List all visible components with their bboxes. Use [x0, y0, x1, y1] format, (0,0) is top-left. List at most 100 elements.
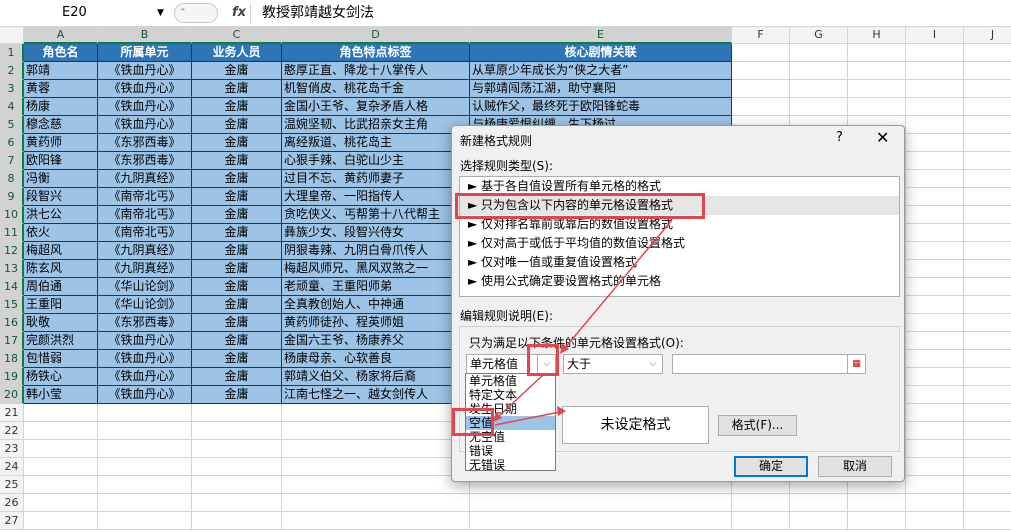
- name-box[interactable]: E20: [0, 3, 170, 23]
- cell-value-combo[interactable]: 单元格值 ⌵: [466, 354, 556, 374]
- cell[interactable]: [732, 80, 790, 98]
- cell[interactable]: [192, 440, 282, 458]
- dropdown-option[interactable]: 空值: [466, 416, 555, 430]
- cell[interactable]: 杨康: [24, 98, 98, 116]
- row-header[interactable]: 21: [0, 404, 24, 422]
- cell[interactable]: 金国小王爷、复杂矛盾人格: [282, 98, 470, 116]
- cell[interactable]: 杨康母亲、心软善良: [282, 350, 470, 368]
- close-icon[interactable]: ✕: [876, 128, 889, 147]
- rule-type-item[interactable]: ► 使用公式确定要设置格式的单元格: [460, 272, 899, 291]
- cell[interactable]: [964, 440, 1011, 458]
- cell[interactable]: [282, 512, 470, 530]
- row-header[interactable]: 25: [0, 476, 24, 494]
- cell[interactable]: 欧阳锋: [24, 152, 98, 170]
- cell[interactable]: [906, 62, 964, 80]
- cell[interactable]: [906, 296, 964, 314]
- cell[interactable]: [906, 224, 964, 242]
- cell[interactable]: [964, 494, 1011, 512]
- value-input[interactable]: ▦: [672, 354, 866, 374]
- cell[interactable]: [24, 404, 98, 422]
- cell[interactable]: 金庸: [192, 152, 282, 170]
- cell[interactable]: 憨厚正直、降龙十八掌传人: [282, 62, 470, 80]
- cell[interactable]: 梅超风师兄、黑风双煞之一: [282, 260, 470, 278]
- row-header[interactable]: 14: [0, 278, 24, 296]
- header-cell[interactable]: [732, 44, 790, 62]
- cell[interactable]: [98, 404, 192, 422]
- cell[interactable]: [848, 62, 906, 80]
- cell[interactable]: [906, 350, 964, 368]
- row-header[interactable]: 19: [0, 368, 24, 386]
- cell[interactable]: 温婉坚韧、比武招亲女主角: [282, 116, 470, 134]
- name-box-dropdown-icon[interactable]: ▼: [157, 3, 164, 23]
- cell[interactable]: [964, 512, 1011, 530]
- cell[interactable]: 金庸: [192, 188, 282, 206]
- header-cell[interactable]: [906, 44, 964, 62]
- cell[interactable]: [790, 62, 848, 80]
- row-header[interactable]: 24: [0, 458, 24, 476]
- cell[interactable]: [964, 62, 1011, 80]
- cell[interactable]: [906, 152, 964, 170]
- cell[interactable]: 金庸: [192, 314, 282, 332]
- cell[interactable]: 完颜洪烈: [24, 332, 98, 350]
- cell[interactable]: [732, 98, 790, 116]
- cell[interactable]: [906, 512, 964, 530]
- cell[interactable]: 金庸: [192, 368, 282, 386]
- row-header[interactable]: 1: [0, 44, 24, 62]
- row-header[interactable]: 6: [0, 134, 24, 152]
- cell[interactable]: 《华山论剑》: [98, 296, 192, 314]
- row-header[interactable]: 13: [0, 260, 24, 278]
- row-header[interactable]: 27: [0, 512, 24, 530]
- cell[interactable]: 老顽童、王重阳师弟: [282, 278, 470, 296]
- cell[interactable]: [906, 116, 964, 134]
- cell[interactable]: 全真教创始人、中神通: [282, 296, 470, 314]
- cell-value-dropdown-list[interactable]: 单元格值 特定文本 发生日期 空值 无空值 错误 无错误: [465, 373, 556, 472]
- cell[interactable]: [98, 458, 192, 476]
- cell[interactable]: [906, 458, 964, 476]
- cell[interactable]: 金庸: [192, 134, 282, 152]
- cell[interactable]: [964, 206, 1011, 224]
- cell[interactable]: [964, 350, 1011, 368]
- cell[interactable]: 黄蓉: [24, 80, 98, 98]
- cell[interactable]: [790, 494, 848, 512]
- formula-bar-expand-control[interactable]: ⌃: [174, 3, 218, 23]
- row-header[interactable]: 22: [0, 422, 24, 440]
- cell[interactable]: [906, 80, 964, 98]
- range-picker-icon[interactable]: ▦: [847, 355, 865, 373]
- header-cell[interactable]: 业务人员: [192, 44, 282, 62]
- cell[interactable]: [98, 512, 192, 530]
- cell[interactable]: [848, 494, 906, 512]
- cell[interactable]: [964, 476, 1011, 494]
- cell[interactable]: [24, 494, 98, 512]
- cell[interactable]: 彝族少女、段智兴侍女: [282, 224, 470, 242]
- cell[interactable]: [964, 188, 1011, 206]
- cell[interactable]: [906, 170, 964, 188]
- cell[interactable]: 金庸: [192, 80, 282, 98]
- cell[interactable]: 王重阳: [24, 296, 98, 314]
- row-header[interactable]: 16: [0, 314, 24, 332]
- row-header[interactable]: 4: [0, 98, 24, 116]
- cell[interactable]: [790, 98, 848, 116]
- cell[interactable]: [848, 512, 906, 530]
- dropdown-option[interactable]: 特定文本: [466, 388, 555, 402]
- cell[interactable]: [848, 80, 906, 98]
- cell[interactable]: [470, 512, 732, 530]
- cell[interactable]: [906, 422, 964, 440]
- cell[interactable]: 黄药师: [24, 134, 98, 152]
- cell[interactable]: [964, 314, 1011, 332]
- cell[interactable]: [964, 278, 1011, 296]
- cell[interactable]: [906, 260, 964, 278]
- cell[interactable]: [964, 386, 1011, 404]
- column-header-i[interactable]: I: [906, 27, 964, 44]
- help-icon[interactable]: ?: [836, 130, 843, 145]
- row-header[interactable]: 10: [0, 206, 24, 224]
- cell[interactable]: [282, 476, 470, 494]
- cell[interactable]: 金庸: [192, 62, 282, 80]
- cell[interactable]: [964, 224, 1011, 242]
- column-header-h[interactable]: H: [848, 27, 906, 44]
- cell[interactable]: [192, 458, 282, 476]
- cell[interactable]: [282, 440, 470, 458]
- cell[interactable]: 《东邪西毒》: [98, 152, 192, 170]
- cell[interactable]: [790, 80, 848, 98]
- cell[interactable]: [906, 404, 964, 422]
- cell[interactable]: 《铁血丹心》: [98, 116, 192, 134]
